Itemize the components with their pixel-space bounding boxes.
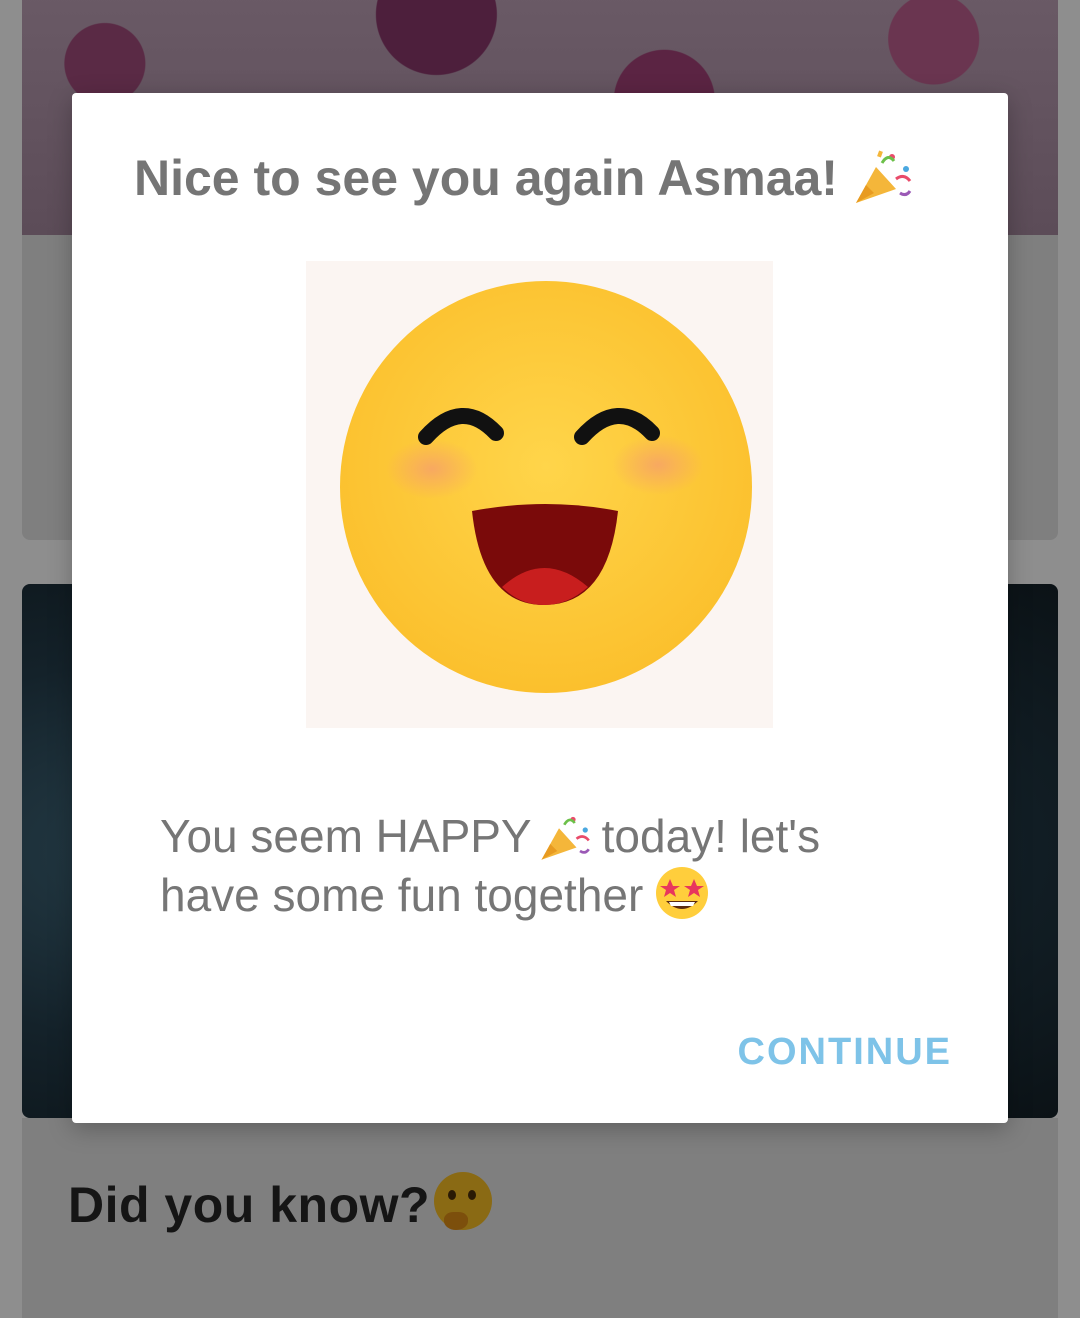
happy-face-emoji-image xyxy=(306,261,773,728)
welcome-dialog: Nice to see you again Asmaa! You seem HA… xyxy=(72,93,1008,1123)
message-text-1: You seem HAPPY xyxy=(160,810,532,862)
dialog-title: Nice to see you again Asmaa! xyxy=(134,149,954,207)
continue-button[interactable]: CONTINUE xyxy=(736,1027,954,1078)
dialog-message: You seem HAPPY today! let's have some fu… xyxy=(160,807,920,924)
section-heading-text: Did you know? xyxy=(68,1177,431,1233)
party-popper-icon xyxy=(855,150,912,203)
thinking-face-icon xyxy=(434,1172,493,1230)
dialog-title-text: Nice to see you again Asmaa! xyxy=(134,150,838,206)
section-heading: Did you know? xyxy=(68,1172,493,1234)
star-struck-icon xyxy=(656,867,709,919)
party-popper-icon xyxy=(541,816,590,860)
